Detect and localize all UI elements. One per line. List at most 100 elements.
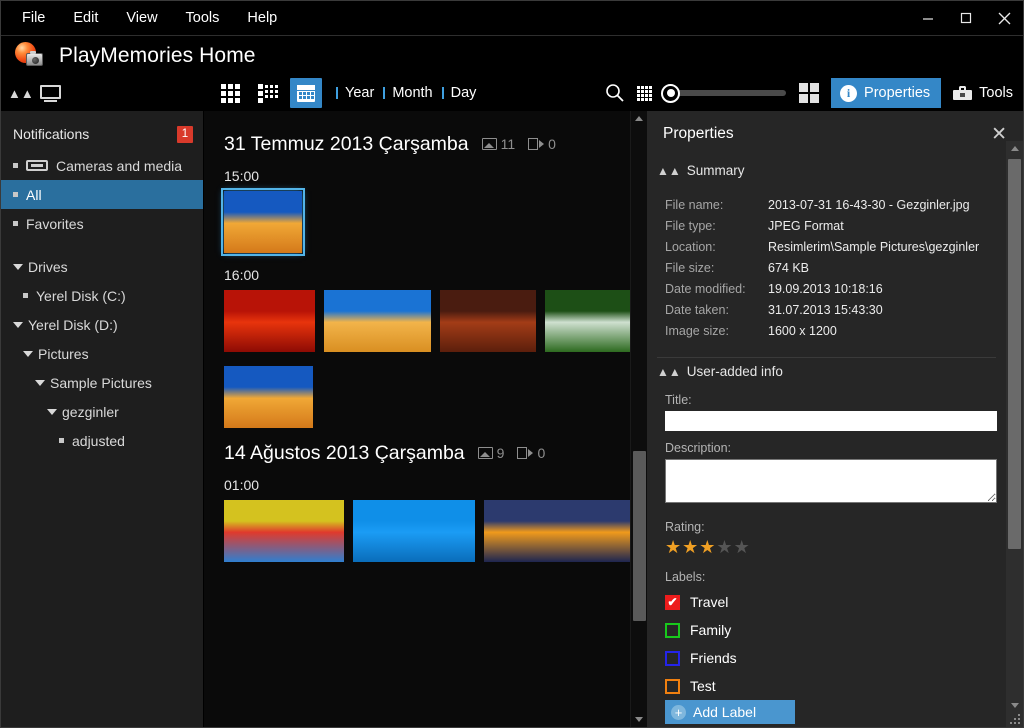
scope-month[interactable]: Month	[383, 85, 441, 101]
thumbnail-desert-camel-dune[interactable]	[221, 188, 305, 256]
minimize-button[interactable]	[909, 1, 947, 35]
star-2[interactable]: ★	[682, 538, 698, 556]
title-bar: File Edit View Tools Help	[1, 1, 1023, 35]
summary-section-header[interactable]: ▲▲ Summary	[647, 157, 1006, 184]
slider-handle[interactable]	[661, 83, 681, 103]
description-input[interactable]	[665, 459, 997, 503]
summary-heading: Summary	[686, 163, 745, 178]
scope-year[interactable]: Year	[336, 85, 383, 101]
properties-panel-title: Properties	[663, 125, 734, 142]
properties-scrollbar[interactable]	[1006, 141, 1023, 727]
label-name: Travel	[690, 594, 729, 610]
label-row-travel[interactable]: ✔ Travel	[665, 588, 1006, 616]
summary-key: File size:	[665, 260, 715, 275]
user-info-section-header[interactable]: ▲▲ User-added info	[647, 358, 1006, 385]
label-row-test[interactable]: Test	[665, 672, 1006, 700]
sidebar-item-drives[interactable]: Drives	[1, 252, 203, 281]
search-icon[interactable]	[597, 75, 633, 111]
playmemories-window: File Edit View Tools Help PlayMemories H…	[0, 0, 1024, 728]
resize-grip[interactable]	[1010, 714, 1021, 725]
menu-help[interactable]: Help	[234, 6, 290, 31]
sidebar-notifications[interactable]: Notifications 1	[1, 117, 203, 151]
sidebar-item-adjusted[interactable]: adjusted	[1, 426, 203, 455]
scroll-down-arrow[interactable]	[1006, 698, 1023, 713]
menu-file[interactable]: File	[9, 6, 58, 31]
sidebar-item-sample-pictures[interactable]: Sample Pictures	[1, 368, 203, 397]
star-3[interactable]: ★	[699, 538, 715, 556]
sidebar-item-label: adjusted	[72, 432, 125, 449]
add-label-button-label: Add Label	[693, 704, 757, 720]
title-field-label: Title:	[665, 393, 692, 407]
close-button[interactable]	[985, 1, 1023, 35]
chevron-down-icon	[23, 350, 33, 357]
scroll-up-arrow[interactable]	[631, 111, 647, 126]
view-detail-button[interactable]	[252, 78, 284, 108]
scroll-up-arrow[interactable]	[1006, 141, 1023, 156]
content-scrollbar[interactable]	[630, 111, 647, 727]
calendar-groups: 31 Temmuz 2013 Çarşamba 11 0 15:00 16:00 14 A…	[204, 111, 647, 562]
monitor-icon[interactable]	[39, 84, 61, 102]
label-row-family[interactable]: Family	[665, 616, 1006, 644]
sidebar-item-label: Sample Pictures	[50, 374, 152, 391]
sidebar-item-label: Yerel Disk (D:)	[28, 316, 118, 333]
label-checkbox-travel[interactable]: ✔	[665, 594, 680, 610]
video-count: 0	[517, 445, 545, 461]
view-calendar-button[interactable]	[290, 78, 322, 108]
view-grid-button[interactable]	[214, 78, 246, 108]
properties-scroll-thumb[interactable]	[1008, 159, 1021, 549]
title-input[interactable]	[665, 411, 997, 431]
summary-key: Location:	[665, 239, 716, 254]
bullet-icon	[13, 192, 18, 197]
thumbnail-white-hydrangea-flowers[interactable]	[545, 290, 642, 352]
sidebar-item-cameras-and-media[interactable]: Cameras and media	[1, 151, 203, 180]
label-row-friends[interactable]: Friends	[665, 644, 1006, 672]
content-scroll-thumb[interactable]	[633, 451, 646, 621]
scope-day[interactable]: Day	[441, 85, 486, 101]
menu-edit[interactable]: Edit	[60, 6, 111, 31]
sidebar-item-pictures[interactable]: Pictures	[1, 339, 203, 368]
sidebar-item-yerel-disk-d[interactable]: Yerel Disk (D:)	[1, 310, 203, 339]
menu-tools[interactable]: Tools	[173, 6, 233, 31]
rating-stars[interactable]: ★ ★ ★ ★ ★	[665, 538, 1006, 556]
scroll-down-arrow[interactable]	[631, 712, 647, 727]
chevron-down-icon	[35, 379, 45, 386]
chevron-up-icon[interactable]: ▲▲	[8, 87, 34, 100]
sidebar-item-all[interactable]: All	[1, 180, 203, 209]
large-thumbnails-icon[interactable]	[799, 83, 820, 103]
label-name: Family	[690, 622, 732, 638]
thumbnail-colorful-curves-abstract[interactable]	[224, 500, 344, 562]
small-thumbnails-icon[interactable]	[637, 85, 653, 101]
thumbnail-orange-glass-facade[interactable]	[484, 500, 634, 562]
thumbnail-blue-architecture-lines[interactable]	[353, 500, 475, 562]
thumbnail-red-chrysanthemum[interactable]	[224, 290, 315, 352]
properties-button[interactable]: i Properties	[831, 78, 942, 108]
label-checkbox-family[interactable]	[665, 622, 680, 638]
star-4[interactable]: ★	[716, 538, 732, 556]
thumbnail-row	[224, 290, 647, 352]
photo-count: 11	[481, 136, 516, 152]
label-checkbox-friends[interactable]	[665, 650, 680, 666]
grid-icon	[220, 83, 240, 103]
summary-value: 1600 x 1200	[768, 323, 837, 338]
thumbnail-desert-landscape-butte[interactable]	[440, 290, 536, 352]
sidebar-item-yerel-disk-c[interactable]: Yerel Disk (C:)	[1, 281, 203, 310]
label-checkbox-test[interactable]	[665, 678, 680, 694]
sidebar-item-label: gezginler	[62, 403, 119, 420]
add-label-button[interactable]: + Add Label	[665, 700, 795, 724]
maximize-button[interactable]	[947, 1, 985, 35]
photo-count-value: 11	[500, 136, 516, 152]
menu-view[interactable]: View	[113, 6, 170, 31]
zoom-slider[interactable]	[661, 83, 787, 103]
sidebar-item-label: All	[26, 186, 42, 203]
thumbnail-desert-camel-dune-2[interactable]	[224, 366, 313, 428]
sidebar-item-favorites[interactable]: Favorites	[1, 209, 203, 238]
chevron-down-icon	[13, 263, 23, 270]
sidebar-item-gezginler[interactable]: gezginler	[1, 397, 203, 426]
summary-value: Resimlerim\Sample Pictures\gezginler	[768, 239, 980, 254]
photo-icon	[481, 138, 497, 150]
date-group-title: 14 Ağustos 2013 Çarşamba	[224, 442, 465, 464]
thumbnail-sand-dune-blue-sky[interactable]	[324, 290, 431, 352]
star-1[interactable]: ★	[665, 538, 681, 556]
star-5[interactable]: ★	[734, 538, 750, 556]
tools-button[interactable]: Tools	[941, 85, 1023, 101]
